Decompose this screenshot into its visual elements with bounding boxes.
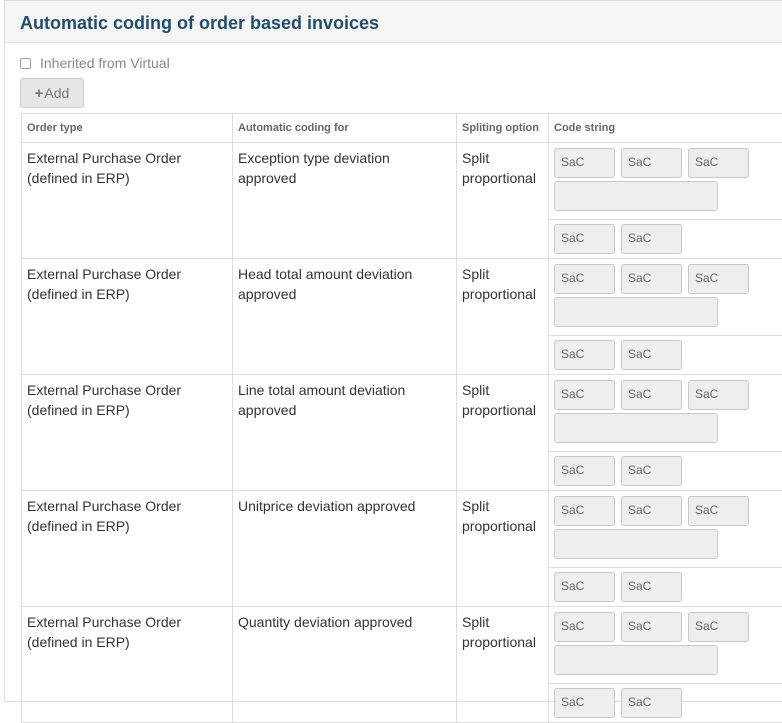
table-row: External Purchase Order (defined in ERP)… (22, 143, 782, 259)
code-string-upper: SaCSaCSaC (549, 491, 782, 568)
add-button[interactable]: + Add (20, 78, 84, 108)
code-string-cell: SaCSaCSaCSaCSaC (549, 259, 782, 375)
coding-for-cell: Exception type deviation approved (233, 143, 457, 259)
code-string-cell: SaCSaCSaCSaCSaC (549, 143, 782, 259)
code-string-lower: SaCSaC (549, 220, 782, 258)
header-split-option: Spliting option (457, 114, 549, 143)
code-segment-field[interactable]: SaC (554, 340, 615, 370)
code-string-field[interactable] (554, 297, 718, 327)
code-segment-field[interactable]: SaC (688, 380, 749, 410)
code-string-cell: SaCSaCSaCSaCSaC (549, 607, 782, 723)
header-coding-for: Automatic coding for (233, 114, 457, 143)
coding-table: Order type Automatic coding for Spliting… (21, 113, 782, 723)
code-string-upper: SaCSaCSaC (549, 375, 782, 452)
table-row: External Purchase Order (defined in ERP)… (22, 259, 782, 375)
coding-for-cell: Head total amount deviation approved (233, 259, 457, 375)
code-string-cell: SaCSaCSaCSaCSaC (549, 491, 782, 607)
inherited-row: Inherited from Virtual (20, 54, 170, 72)
inherited-checkbox[interactable] (20, 58, 31, 69)
code-segment-field[interactable]: SaC (554, 688, 615, 718)
code-string-field[interactable] (554, 645, 718, 675)
panel-heading: Automatic coding of order based invoices (5, 1, 782, 43)
code-string-lower: SaCSaC (549, 568, 782, 606)
table-row: External Purchase Order (defined in ERP)… (22, 375, 782, 491)
code-segment-field[interactable]: SaC (621, 340, 682, 370)
split-option-cell: Split proportional (457, 491, 549, 607)
code-string-lower: SaCSaC (549, 336, 782, 374)
code-segment-field[interactable]: SaC (621, 224, 682, 254)
table-row: External Purchase Order (defined in ERP)… (22, 491, 782, 607)
code-string-upper: SaCSaCSaC (549, 143, 782, 220)
code-segment-field[interactable]: SaC (554, 612, 615, 642)
order-type-cell: External Purchase Order (defined in ERP) (22, 607, 233, 723)
code-string-upper: SaCSaCSaC (549, 259, 782, 336)
code-segment-field[interactable]: SaC (688, 496, 749, 526)
code-string-upper: SaCSaCSaC (549, 607, 782, 684)
add-button-label: Add (44, 85, 69, 101)
inherited-label: Inherited from Virtual (40, 55, 170, 71)
code-segment-field[interactable]: SaC (554, 572, 615, 602)
code-string-lower: SaCSaC (549, 452, 782, 490)
split-option-cell: Split proportional (457, 143, 549, 259)
code-segment-field[interactable]: SaC (688, 264, 749, 294)
table-header-row: Order type Automatic coding for Spliting… (22, 114, 782, 143)
code-string-lower: SaCSaC (549, 684, 782, 722)
coding-for-cell: Quantity deviation approved (233, 607, 457, 723)
code-segment-field[interactable]: SaC (554, 456, 615, 486)
coding-panel: Automatic coding of order based invoices… (4, 0, 782, 702)
code-segment-field[interactable]: SaC (688, 148, 749, 178)
header-order-type: Order type (22, 114, 233, 143)
code-segment-field[interactable]: SaC (621, 688, 682, 718)
code-segment-field[interactable]: SaC (621, 148, 682, 178)
code-segment-field[interactable]: SaC (621, 380, 682, 410)
code-string-cell: SaCSaCSaCSaCSaC (549, 375, 782, 491)
code-segment-field[interactable]: SaC (554, 496, 615, 526)
coding-for-cell: Unitprice deviation approved (233, 491, 457, 607)
split-option-cell: Split proportional (457, 375, 549, 491)
split-option-cell: Split proportional (457, 259, 549, 375)
code-segment-field[interactable]: SaC (554, 224, 615, 254)
code-segment-field[interactable]: SaC (688, 612, 749, 642)
code-segment-field[interactable]: SaC (554, 264, 615, 294)
code-segment-field[interactable]: SaC (621, 456, 682, 486)
code-string-field[interactable] (554, 181, 718, 211)
plus-icon: + (35, 85, 44, 102)
split-option-cell: Split proportional (457, 607, 549, 723)
table-row: External Purchase Order (defined in ERP)… (22, 607, 782, 723)
code-segment-field[interactable]: SaC (621, 572, 682, 602)
code-segment-field[interactable]: SaC (554, 380, 615, 410)
panel-title: Automatic coding of order based invoices (20, 13, 782, 34)
code-segment-field[interactable]: SaC (621, 264, 682, 294)
order-type-cell: External Purchase Order (defined in ERP) (22, 143, 233, 259)
order-type-cell: External Purchase Order (defined in ERP) (22, 375, 233, 491)
code-string-field[interactable] (554, 529, 718, 559)
code-segment-field[interactable]: SaC (621, 612, 682, 642)
code-string-field[interactable] (554, 413, 718, 443)
code-segment-field[interactable]: SaC (554, 148, 615, 178)
code-segment-field[interactable]: SaC (621, 496, 682, 526)
table-body: External Purchase Order (defined in ERP)… (22, 143, 782, 723)
order-type-cell: External Purchase Order (defined in ERP) (22, 259, 233, 375)
header-code-string: Code string (549, 114, 782, 143)
order-type-cell: External Purchase Order (defined in ERP) (22, 491, 233, 607)
coding-for-cell: Line total amount deviation approved (233, 375, 457, 491)
